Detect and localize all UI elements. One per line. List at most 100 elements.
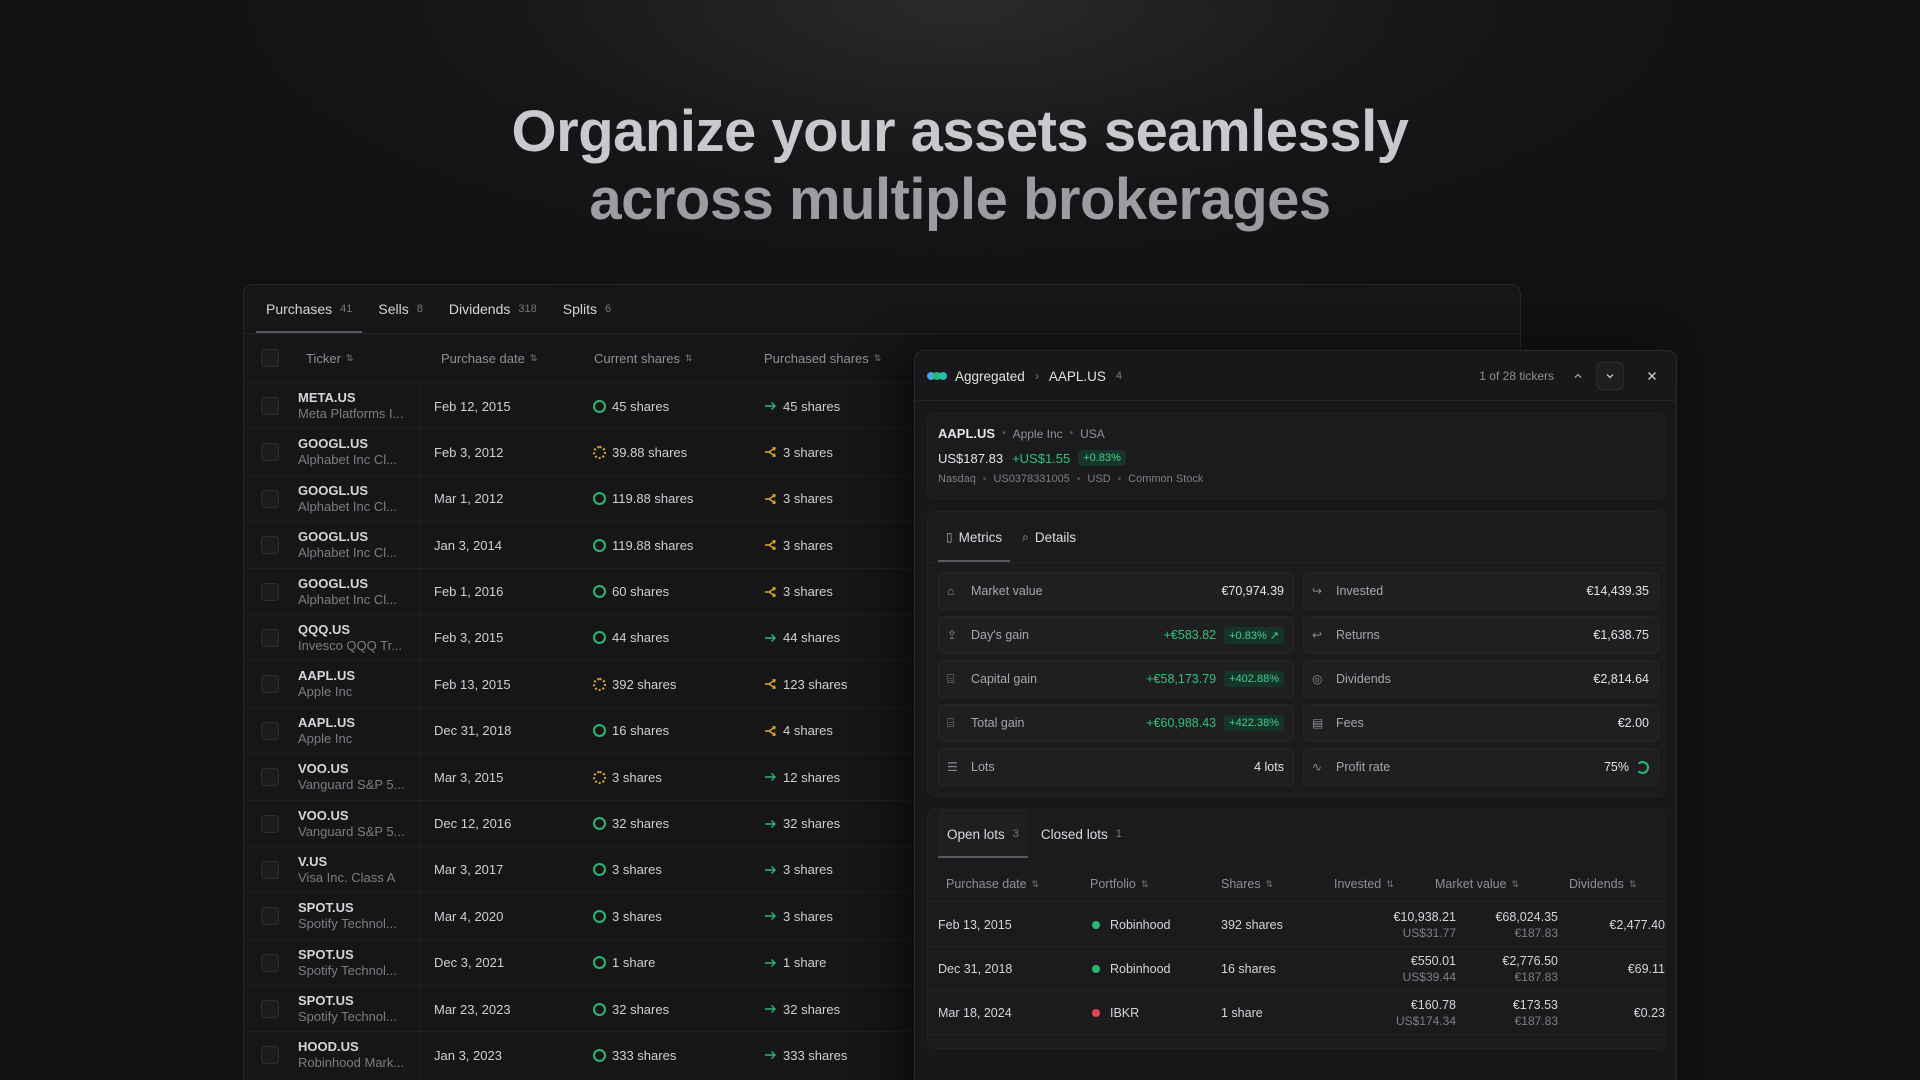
ticker-name: Robinhood Mark... [298,1055,405,1071]
purchase-date: Jan 3, 2023 [434,1047,502,1063]
row-checkbox[interactable] [261,536,279,555]
current-shares-cell: 32 shares [593,801,669,847]
purchase-date: Feb 13, 2015 [434,676,511,692]
tab-details[interactable]: ⌕ Details [1014,512,1084,562]
price-change-pct: +0.83% [1078,450,1126,466]
column-divider [420,429,421,475]
ticker-cell: GOOGL.US Alphabet Inc Cl... [298,529,408,560]
currency: USD [1087,473,1111,485]
row-checkbox[interactable] [261,1046,279,1065]
circle-icon [593,631,606,645]
lot-row[interactable]: Mar 18, 2024 IBKR 1 share €160.78 US$174.34 €… [928,991,1665,1035]
lot-row[interactable]: Dec 31, 2018 Robinhood 16 shares €550.01 US$… [928,947,1665,991]
row-checkbox[interactable] [261,768,279,787]
tab-count: 6 [604,303,612,315]
row-checkbox[interactable] [261,860,279,879]
purchase-date: Feb 3, 2015 [434,630,504,646]
arrow-right-icon [764,958,776,967]
circle-icon [593,1048,606,1062]
purchase-date: Dec 12, 2016 [434,816,512,832]
row-checkbox[interactable] [261,1000,279,1019]
lots-card: Open lots 3 Closed lots 1 Purchase date ⇅ P… [927,809,1666,1049]
row-checkbox[interactable] [261,721,279,740]
metric-profit-rate: ∿ Profit rate 75% [1303,748,1659,786]
column-lot-purchase-date[interactable]: Purchase date ⇅ [946,866,1039,902]
tab-sells[interactable]: Sells 8 [368,285,432,333]
sort-icon: ⇅ [1140,878,1149,889]
lot-market-value: €173.53 €187.83 [1512,998,1558,1028]
row-checkbox[interactable] [261,582,279,601]
column-purchased-shares[interactable]: Purchased shares ⇅ [764,334,881,382]
column-dividends[interactable]: Dividends ⇅ [1569,866,1636,902]
ticker-cell: GOOGL.US Alphabet Inc Cl... [298,576,408,607]
row-checkbox[interactable] [261,489,279,508]
transaction-tabs: Purchases 41 Sells 8 Dividends 318 Splits 6 [256,285,627,333]
breadcrumb-aggregated[interactable]: Aggregated [955,369,1025,384]
current-shares-cell: 333 shares [593,1032,676,1078]
column-divider [420,383,421,429]
lot-row[interactable]: Feb 13, 2015 Robinhood 392 shares €10,938.2… [928,903,1665,947]
column-portfolio[interactable]: Portfolio ⇅ [1090,866,1148,902]
purchased-shares-cell: 3 shares [763,893,833,939]
tab-purchases[interactable]: Purchases 41 [256,285,363,333]
circle-icon [593,1002,606,1016]
ticker-name: Spotify Technol... [298,962,397,978]
ticker-cell: SPOT.US Spotify Technol... [298,947,408,978]
current-shares-cell: 119.88 shares [593,522,693,568]
portfolio-color-dot [1092,921,1100,929]
row-checkbox[interactable] [261,814,279,833]
column-shares[interactable]: Shares ⇅ [1221,866,1273,902]
ticker-symbol: AAPL.US [298,668,356,684]
column-market-value[interactable]: Market value ⇅ [1435,866,1519,902]
purchased-shares-cell: 3 shares [763,522,833,568]
ticker-name: Spotify Technol... [298,916,397,932]
column-purchase-date[interactable]: Purchase date ⇅ [441,334,537,382]
clipboard-icon: ▯ [946,530,953,544]
price-change: +US$1.55 [1012,450,1071,466]
purchased-shares-cell: 4 shares [763,708,833,754]
purchased-shares-cell: 12 shares [763,754,840,800]
ticker-symbol: GOOGL.US [298,575,369,591]
arrow-right-icon [764,912,776,921]
tab-metrics[interactable]: ▯ Metrics [938,512,1011,562]
previous-ticker-button[interactable] [1564,362,1592,390]
ticker-pager: 1 of 28 tickers [1479,351,1666,401]
row-checkbox[interactable] [261,443,279,462]
ticker-symbol: QQQ.US [298,621,351,637]
lot-date: Feb 13, 2015 [938,918,1012,932]
tab-closed-lots[interactable]: Closed lots 1 [1032,810,1131,858]
column-divider [420,522,421,568]
tab-dividends[interactable]: Dividends 318 [439,285,547,333]
next-ticker-button[interactable] [1596,362,1624,390]
chart-icon: ⌸ [947,671,955,686]
split-arrow-icon [764,539,776,551]
row-checkbox[interactable] [261,907,279,926]
ticker-summary-card: AAPL.US • Apple Inc • USA US$187.83 +US$… [927,413,1666,499]
column-ticker[interactable]: Ticker ⇅ [306,334,353,382]
row-checkbox[interactable] [261,953,279,972]
ticker-symbol: AAPL.US [938,426,996,441]
sort-icon: ⇅ [873,352,882,363]
breadcrumb-ticker: AAPL.US [1048,368,1106,384]
ticker-cell: VOO.US Vanguard S&P 5... [298,761,408,792]
ticker-name: Apple Inc [298,684,353,700]
lot-invested: €160.78 US$174.34 [1395,998,1456,1028]
row-checkbox[interactable] [261,628,279,647]
ticker-symbol: AAPL.US [298,714,356,730]
close-panel-button[interactable] [1638,362,1666,390]
ticker-symbol: GOOGL.US [298,482,369,498]
column-divider [420,893,421,939]
row-checkbox[interactable] [261,397,279,415]
select-all-checkbox[interactable] [261,349,279,367]
lot-portfolio: IBKR [1092,991,1139,1035]
tab-open-lots[interactable]: Open lots 3 [938,810,1028,858]
metric-dividends: ◎ Dividends €2,814.64 [1303,660,1659,698]
current-price: US$187.83 [938,450,1004,466]
arrow-right-icon [764,402,776,410]
column-divider [420,475,421,522]
column-current-shares[interactable]: Current shares ⇅ [594,334,693,382]
tab-splits[interactable]: Splits 6 [553,285,621,333]
ticker-cell: GOOGL.US Alphabet Inc Cl... [298,436,408,467]
row-checkbox[interactable] [261,675,279,694]
column-invested[interactable]: Invested ⇅ [1334,866,1394,902]
